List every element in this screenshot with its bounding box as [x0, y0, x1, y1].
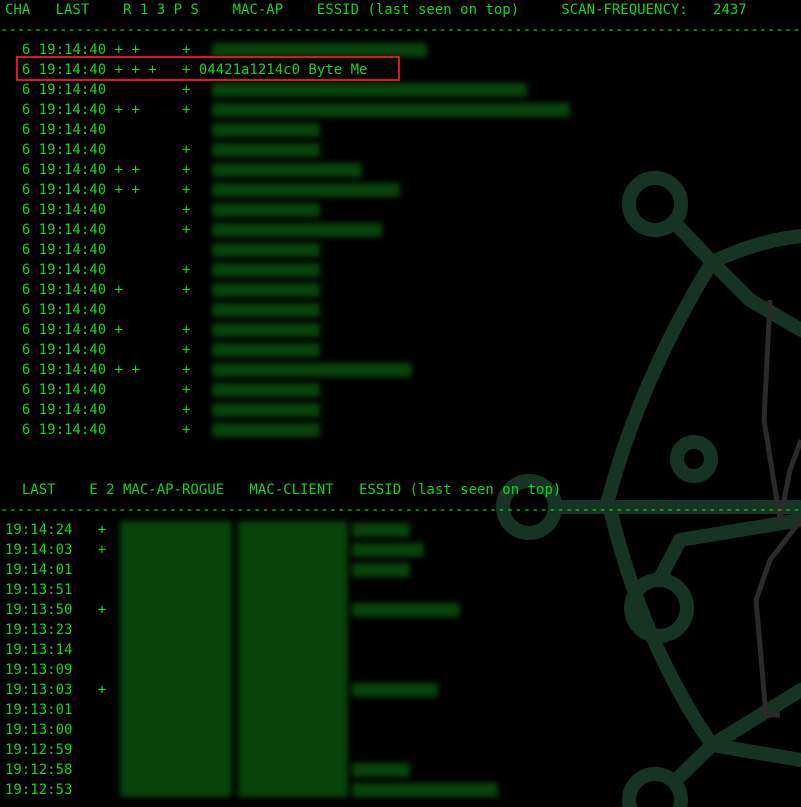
- ap-row[interactable]: 6 19:14:40 +: [5, 260, 191, 280]
- client-row[interactable]: 19:14:01: [5, 560, 72, 580]
- ap-row[interactable]: 6 19:14:40: [5, 120, 106, 140]
- ap-row[interactable]: 6 19:14:40 + +: [5, 320, 191, 340]
- client-row[interactable]: 19:13:14: [5, 640, 72, 660]
- highlight-box: [16, 56, 400, 81]
- ap-table-separator: ----------------------------------------…: [0, 22, 801, 38]
- client-row[interactable]: 19:13:23: [5, 620, 72, 640]
- client-row[interactable]: 19:14:24 +: [5, 520, 106, 540]
- logo-node: [670, 435, 718, 483]
- client-row[interactable]: 19:13:00: [5, 720, 72, 740]
- logo-trace: [652, 513, 801, 587]
- redaction-blur: [212, 383, 320, 397]
- logo-trace: [705, 229, 801, 269]
- logo-node: [622, 171, 688, 237]
- redaction-blur: [212, 123, 320, 137]
- redaction-blur: [352, 543, 424, 557]
- ap-row[interactable]: 6 19:14:40 +: [5, 200, 191, 220]
- client-row[interactable]: 19:12:58: [5, 760, 72, 780]
- redaction-blur: [212, 263, 320, 277]
- redaction-blur: [212, 83, 527, 97]
- redaction-blur: [212, 103, 570, 117]
- redaction-blur: [212, 183, 400, 197]
- logo-node: [622, 767, 688, 807]
- redaction-blur: [352, 783, 498, 797]
- redaction-blur: [212, 223, 382, 237]
- logo-glyph: [753, 518, 801, 718]
- client-row[interactable]: 19:13:51: [5, 580, 72, 600]
- redaction-blur: [212, 303, 320, 317]
- redaction-blur: [238, 521, 348, 797]
- ap-table-header: CHA LAST R 1 3 P S MAC-AP ESSID (last se…: [5, 2, 747, 18]
- logo-node: [624, 573, 694, 643]
- redaction-blur: [212, 203, 320, 217]
- client-table-header: LAST E 2 MAC-AP-ROGUE MAC-CLIENT ESSID (…: [5, 482, 562, 498]
- redaction-blur: [212, 343, 320, 357]
- client-row[interactable]: 19:13:01: [5, 700, 72, 720]
- client-row[interactable]: 19:13:50 +: [5, 600, 106, 620]
- ap-row[interactable]: 6 19:14:40: [5, 300, 106, 320]
- ap-row[interactable]: 6 19:14:40 +: [5, 400, 191, 420]
- ap-row[interactable]: 6 19:14:40 + + +: [5, 160, 191, 180]
- redaction-blur: [352, 683, 438, 697]
- client-table-separator: ----------------------------------------…: [0, 502, 801, 518]
- redaction-blur: [212, 143, 320, 157]
- redaction-blur: [212, 423, 320, 437]
- ap-row[interactable]: 6 19:14:40 + + +: [5, 180, 191, 200]
- ap-row[interactable]: 6 19:14:40 + + +: [5, 100, 191, 120]
- ap-row[interactable]: 6 19:14:40 + +: [5, 280, 191, 300]
- ap-row[interactable]: 6 19:14:40 + + +: [5, 360, 191, 380]
- redaction-blur: [352, 603, 460, 617]
- client-row[interactable]: 19:12:53: [5, 780, 72, 800]
- client-row[interactable]: 19:14:03 +: [5, 540, 106, 560]
- redaction-blur: [212, 323, 320, 337]
- client-row[interactable]: 19:13:09: [5, 660, 72, 680]
- redaction-blur: [212, 163, 362, 177]
- ap-row[interactable]: 6 19:14:40 +: [5, 140, 191, 160]
- redaction-blur: [212, 43, 427, 57]
- logo-trace: [667, 738, 801, 789]
- ap-row[interactable]: 6 19:14:40 +: [5, 420, 191, 440]
- redaction-blur: [120, 521, 232, 797]
- ap-row[interactable]: 6 19:14:40 +: [5, 340, 191, 360]
- ap-row[interactable]: 6 19:14:40 +: [5, 380, 191, 400]
- client-row[interactable]: 19:12:59: [5, 740, 72, 760]
- logo-trace: [667, 215, 801, 337]
- ap-row[interactable]: 6 19:14:40 +: [5, 220, 191, 240]
- logo-trace: [705, 683, 801, 752]
- redaction-blur: [212, 363, 412, 377]
- redaction-blur: [352, 563, 410, 577]
- ap-row[interactable]: 6 19:14:40: [5, 240, 106, 260]
- redaction-blur: [352, 523, 410, 537]
- redaction-blur: [212, 403, 320, 417]
- terminal-window: CHA LAST R 1 3 P S MAC-AP ESSID (last se…: [0, 0, 801, 807]
- redaction-blur: [352, 763, 410, 777]
- redaction-blur: [212, 243, 320, 257]
- client-row[interactable]: 19:13:03 +: [5, 680, 106, 700]
- ap-row[interactable]: 6 19:14:40 +: [5, 80, 191, 100]
- logo-glyph: [761, 299, 801, 523]
- redaction-blur: [212, 283, 320, 297]
